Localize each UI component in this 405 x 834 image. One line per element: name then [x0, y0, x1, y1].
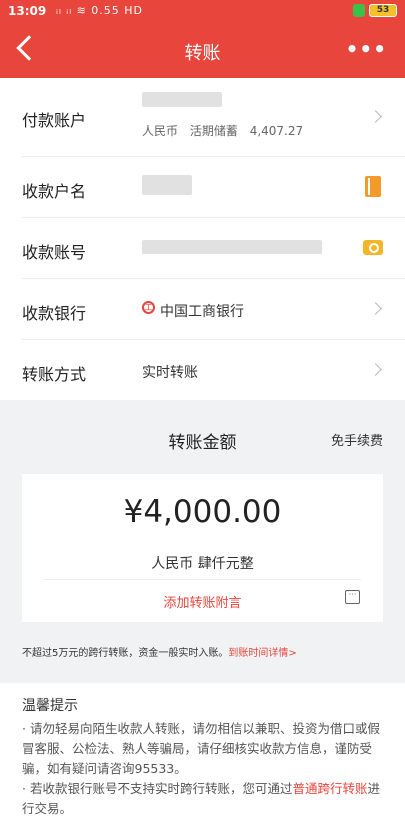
page-title: 转账: [184, 43, 221, 64]
payer-account-info: 人民币 活期储蓄 4,407.27: [142, 122, 311, 139]
tips-section: 温馨提示 · 请勿轻易向陌生收款人转账，请勿相信以兼职、投资为借口或假冒客服、公…: [0, 683, 405, 834]
transfer-method-row[interactable]: 转账方式 实时转账: [22, 340, 405, 400]
amount-header: 转账金额 免手续费: [0, 418, 405, 458]
amount-in-words: 人民币 肆仟元整: [151, 556, 254, 572]
tip-text: · 若收款银行账号不支持实时跨行转账，您可通过: [22, 781, 293, 796]
fee-info: 免手续费: [330, 434, 383, 449]
signal-icons: ᵢₗ ᵢₗ ≋ 0.55 HD: [56, 4, 144, 17]
battery-icon: 53: [369, 4, 397, 17]
masked-payee-account: [142, 240, 322, 254]
chevron-right-icon: [369, 363, 382, 376]
payee-account-row[interactable]: 收款账号: [22, 218, 405, 279]
contact-book-icon[interactable]: [365, 176, 381, 197]
status-time: 13:09: [8, 4, 47, 18]
message-icon[interactable]: ···: [345, 590, 360, 604]
payer-account-row[interactable]: 付款账户 人民币 活期储蓄 4,407.27: [22, 78, 405, 157]
bank-logo-icon: 工: [142, 301, 155, 314]
divider: [44, 579, 361, 580]
arrival-note: 不超过5万元的跨行转账，资金一般实时入账。到账时间详情>: [22, 644, 297, 659]
camera-icon[interactable]: [363, 240, 383, 255]
payer-account-label: 付款账户: [22, 111, 87, 130]
nav-bar: 转账 •••: [0, 22, 405, 78]
amount-input[interactable]: ¥4,000.00: [22, 494, 383, 530]
tips-title: 温馨提示: [22, 698, 78, 714]
arrival-note-text: 不超过5万元的跨行转账，资金一般实时入账。: [22, 648, 229, 659]
chevron-right-icon: [369, 302, 382, 315]
payee-name-row[interactable]: 收款户名: [22, 157, 405, 218]
payee-account-label: 收款账号: [22, 243, 87, 262]
masked-payee-name: [142, 175, 192, 195]
payee-bank-label: 收款银行: [22, 304, 87, 323]
payee-bank-row[interactable]: 收款银行 工 中国工商银行: [22, 279, 405, 340]
transfer-method-value: 实时转账: [142, 365, 198, 381]
payee-name-label: 收款户名: [22, 182, 87, 201]
battery-area: 53: [353, 4, 397, 17]
tips-body: · 请勿轻易向陌生收款人转账，请勿相信以兼职、投资为借口或假冒客服、公检法、熟人…: [22, 719, 385, 819]
chevron-right-icon: [369, 110, 382, 123]
account-type: 活期储蓄: [189, 124, 238, 138]
amount-card: ¥4,000.00 人民币 肆仟元整 添加转账附言 ···: [22, 474, 383, 622]
shield-icon: [353, 4, 365, 17]
transfer-form: 付款账户 人民币 活期储蓄 4,407.27 收款户名 收款账号 收款银行 工 …: [0, 78, 405, 400]
status-bar: 13:09 ᵢₗ ᵢₗ ≋ 0.55 HD 53: [0, 0, 405, 22]
tip-item: · 请勿轻易向陌生收款人转账，请勿相信以兼职、投资为借口或假冒客服、公检法、熟人…: [22, 721, 380, 776]
more-icon[interactable]: •••: [346, 37, 387, 61]
normal-interbank-transfer-link[interactable]: 普通跨行转账: [292, 781, 367, 796]
payee-bank-value: 中国工商银行: [160, 304, 244, 320]
currency-label: 人民币: [142, 124, 179, 138]
transfer-method-label: 转账方式: [22, 365, 87, 384]
arrival-time-details-link[interactable]: 到账时间详情>: [228, 648, 296, 659]
add-remark-link[interactable]: 添加转账附言: [22, 592, 383, 611]
masked-account-name: [142, 92, 222, 107]
account-balance: 4,407.27: [249, 124, 304, 138]
tip-item: · 若收款银行账号不支持实时跨行转账，您可通过普通跨行转账进行交易。: [22, 779, 385, 819]
